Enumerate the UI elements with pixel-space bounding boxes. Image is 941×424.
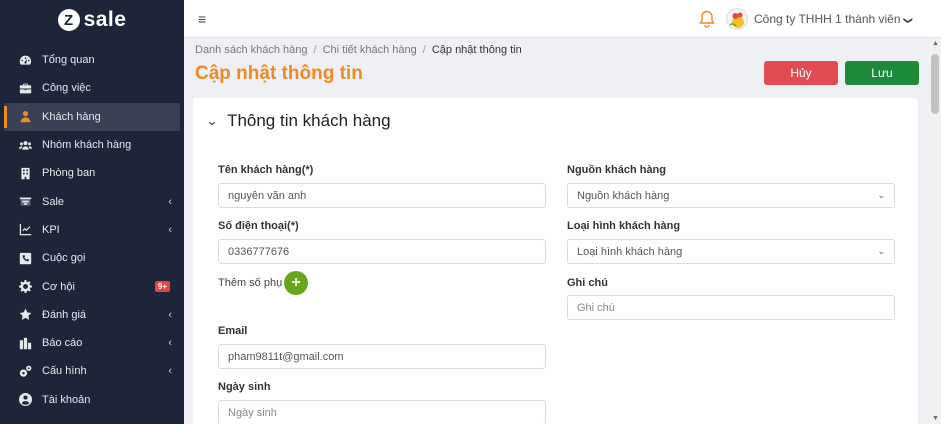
cancel-button[interactable]: Hủy (764, 61, 838, 85)
chevron-down-icon: ❯ (902, 16, 913, 25)
topbar: ≡ Công ty THHH 1 thành viên ❯ (184, 0, 941, 38)
sidebar-item-tong-quan[interactable]: Tổng quan (0, 46, 184, 74)
name-field[interactable] (218, 183, 546, 208)
source-label: Nguồn khách hàng (567, 164, 666, 176)
phone-icon (18, 251, 32, 265)
email-label: Email (218, 325, 248, 337)
sidebar-item-label: Khách hàng (42, 110, 101, 123)
type-label: Loại hình khách hàng (567, 220, 681, 232)
sidebar-item-label: Tài khoản (42, 393, 91, 406)
chevron-left-icon: ‹ (168, 195, 172, 208)
phone-label: Số điện thoại(*) (218, 220, 299, 232)
note-field[interactable] (567, 295, 895, 320)
breadcrumb-item-detail[interactable]: Chi tiết khách hàng (323, 44, 417, 56)
brand-logo[interactable]: Z sale (0, 0, 184, 40)
sidebar-nav: Tổng quan Công việc Khách hàng Nhóm khác… (0, 46, 184, 414)
users-icon (18, 138, 32, 152)
card-header[interactable]: ⌄ Thông tin khách hàng (206, 111, 391, 131)
briefcase-icon (18, 81, 32, 95)
logo-mark: Z (57, 9, 80, 31)
chevron-left-icon: ‹ (168, 365, 172, 378)
type-select-value: Loại hình khách hàng (577, 245, 683, 258)
sidebar-item-bao-cao[interactable]: Báo cáo ‹ (0, 329, 184, 357)
building-icon (18, 166, 32, 180)
scroll-down-icon[interactable]: ▼ (932, 415, 939, 422)
sidebar-item-label: Công việc (42, 82, 91, 95)
breadcrumb-item-list[interactable]: Danh sách khách hàng (195, 44, 308, 56)
email-field[interactable] (218, 344, 546, 369)
report-icon (18, 336, 32, 350)
source-select-value: Nguồn khách hàng (577, 189, 670, 202)
breadcrumb: Danh sách khách hàng / Chi tiết khách hàng… (195, 44, 522, 56)
birthday-label: Ngày sinh (218, 381, 271, 393)
account-icon (18, 393, 32, 407)
chevron-left-icon: ‹ (168, 308, 172, 321)
avatar[interactable] (726, 8, 748, 30)
sidebar-item-label: Cuộc gọi (42, 252, 86, 265)
breadcrumb-separator: / (313, 44, 317, 56)
chevron-down-icon: ⌄ (877, 190, 885, 200)
sidebar-item-phong-ban[interactable]: Phòng ban (0, 159, 184, 187)
chevron-down-icon[interactable]: ⌄ (206, 114, 218, 128)
company-name: Công ty THHH 1 thành viên (754, 12, 901, 26)
sidebar-item-khach-hang[interactable]: Khách hàng (4, 102, 180, 131)
note-label: Ghi chú (567, 277, 608, 289)
star-icon (18, 308, 32, 322)
scroll-thumb[interactable] (931, 54, 939, 114)
chevron-left-icon: ‹ (168, 337, 172, 350)
sidebar-item-label: Cấu hình (42, 365, 87, 378)
sidebar-item-nhom-khach-hang[interactable]: Nhóm khách hàng (0, 131, 184, 159)
sidebar-item-cau-hinh[interactable]: Cấu hình ‹ (0, 357, 184, 385)
card-title: Thông tin khách hàng (227, 111, 391, 130)
name-label: Tên khách hàng(*) (218, 164, 314, 176)
chart-icon (18, 223, 32, 237)
notification-badge: 9+ (154, 281, 170, 293)
sidebar-item-label: KPI (42, 223, 60, 236)
sidebar-item-cuoc-goi[interactable]: Cuộc gọi (0, 244, 184, 272)
sidebar-item-sale[interactable]: Sale ‹ (0, 187, 184, 215)
dashboard-icon (18, 53, 32, 67)
chevron-left-icon: ‹ (168, 223, 172, 236)
gear-icon (18, 280, 32, 294)
sidebar-item-kpi[interactable]: KPI ‹ (0, 216, 184, 244)
add-phone-button[interactable]: + (284, 271, 308, 295)
menu-toggle-icon[interactable]: ≡ (198, 11, 206, 27)
sidebar-item-co-hoi[interactable]: Cơ hội 9+ (0, 272, 184, 300)
sidebar-item-cong-viec[interactable]: Công việc (0, 74, 184, 102)
sidebar: Z sale Tổng quan Công việc Khách hàng Nh… (0, 0, 184, 424)
breadcrumb-item-current: Cập nhật thông tin (431, 44, 522, 56)
user-icon (18, 110, 32, 124)
scroll-up-icon[interactable]: ▲ (932, 40, 939, 47)
extra-phone-label: Thêm số phụ (218, 277, 283, 289)
sidebar-item-label: Nhóm khách hàng (42, 139, 132, 152)
page-title: Cập nhật thông tin (195, 63, 363, 84)
sidebar-item-label: Sale (42, 195, 65, 208)
logo-text: sale (83, 8, 127, 31)
birthday-field[interactable] (218, 400, 546, 424)
bell-icon[interactable] (699, 10, 715, 28)
dollar-icon (18, 195, 32, 209)
sidebar-item-tai-khoan[interactable]: Tài khoản (0, 386, 184, 414)
cogs-icon (18, 364, 32, 378)
chevron-down-icon: ⌄ (877, 246, 885, 256)
phone-field[interactable] (218, 239, 546, 264)
source-select[interactable]: Nguồn khách hàng ⌄ (567, 183, 895, 208)
page-scrollbar[interactable]: ▲ ▼ (929, 38, 941, 424)
sidebar-item-label: Tổng quan (42, 54, 95, 67)
sidebar-item-label: Phòng ban (42, 167, 96, 180)
sidebar-item-danh-gia[interactable]: Đánh giá ‹ (0, 301, 184, 329)
save-button[interactable]: Lưu (845, 61, 919, 85)
breadcrumb-separator: / (422, 44, 426, 56)
type-select[interactable]: Loại hình khách hàng ⌄ (567, 239, 895, 264)
sidebar-item-label: Báo cáo (42, 337, 83, 350)
sidebar-item-label: Đánh giá (42, 308, 87, 321)
company-selector[interactable]: Công ty THHH 1 thành viên ❯ (754, 12, 913, 26)
